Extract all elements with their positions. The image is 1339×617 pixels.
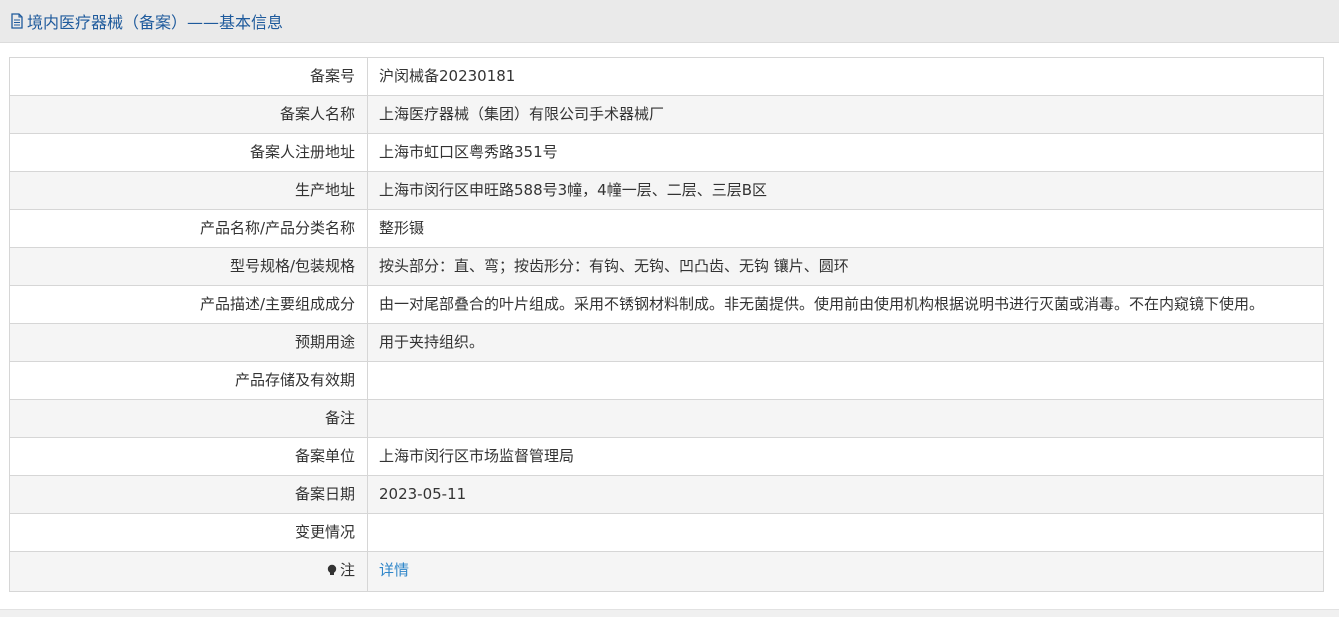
note-value: 详情 bbox=[368, 552, 1323, 591]
table-row: 产品存储及有效期 bbox=[10, 362, 1323, 400]
row-label: 备案人注册地址 bbox=[10, 134, 368, 171]
table-row: 备案日期 2023-05-11 bbox=[10, 476, 1323, 514]
note-row: 注 详情 bbox=[10, 552, 1323, 591]
row-value bbox=[368, 514, 1323, 551]
row-label: 型号规格/包装规格 bbox=[10, 248, 368, 285]
row-value bbox=[368, 400, 1323, 437]
table-row: 备案号 沪闵械备20230181 bbox=[10, 58, 1323, 96]
row-value: 沪闵械备20230181 bbox=[379, 67, 516, 85]
row-label: 备案号 bbox=[10, 58, 368, 95]
page-footer-divider bbox=[0, 609, 1339, 617]
row-label: 备注 bbox=[10, 400, 368, 437]
detail-table: 备案号 沪闵械备20230181 备案人名称 上海医疗器械（集团）有限公司手术器… bbox=[9, 57, 1324, 592]
document-icon bbox=[10, 13, 24, 29]
table-row: 产品描述/主要组成成分 由一对尾部叠合的叶片组成。采用不锈钢材料制成。非无菌提供… bbox=[10, 286, 1323, 324]
details-link[interactable]: 详情 bbox=[379, 561, 409, 579]
row-label: 生产地址 bbox=[10, 172, 368, 209]
row-value: 用于夹持组织。 bbox=[379, 333, 485, 351]
row-value: 上海市闵行区市场监督管理局 bbox=[379, 447, 575, 465]
row-value: 整形镊 bbox=[379, 219, 425, 237]
row-label: 产品存储及有效期 bbox=[10, 362, 368, 399]
row-label: 产品名称/产品分类名称 bbox=[10, 210, 368, 247]
table-row: 备案人名称 上海医疗器械（集团）有限公司手术器械厂 bbox=[10, 96, 1323, 134]
page-header: 境内医疗器械（备案）——基本信息 bbox=[0, 0, 1339, 43]
row-label: 产品描述/主要组成成分 bbox=[10, 286, 368, 323]
table-row: 预期用途 用于夹持组织。 bbox=[10, 324, 1323, 362]
row-label: 备案日期 bbox=[10, 476, 368, 513]
page-title-text: 境内医疗器械（备案）——基本信息 bbox=[27, 13, 284, 32]
row-value bbox=[368, 362, 1323, 399]
note-label: 注 bbox=[10, 552, 368, 591]
table-row: 变更情况 bbox=[10, 514, 1323, 552]
page-title: 境内医疗器械（备案）——基本信息 bbox=[10, 10, 283, 32]
row-value: 2023-05-11 bbox=[379, 485, 467, 503]
table-row: 备案单位 上海市闵行区市场监督管理局 bbox=[10, 438, 1323, 476]
row-label: 预期用途 bbox=[10, 324, 368, 361]
detail-panel: 备案号 沪闵械备20230181 备案人名称 上海医疗器械（集团）有限公司手术器… bbox=[0, 43, 1339, 617]
note-label-text: 注 bbox=[339, 561, 355, 579]
table-row: 备案人注册地址 上海市虹口区粤秀路351号 bbox=[10, 134, 1323, 172]
row-value: 上海市闵行区申旺路588号3幢，4幢一层、二层、三层B区 bbox=[379, 181, 768, 199]
table-row: 产品名称/产品分类名称 整形镊 bbox=[10, 210, 1323, 248]
row-value: 上海市虹口区粤秀路351号 bbox=[379, 143, 558, 161]
table-row: 生产地址 上海市闵行区申旺路588号3幢，4幢一层、二层、三层B区 bbox=[10, 172, 1323, 210]
row-label: 备案单位 bbox=[10, 438, 368, 475]
table-row: 型号规格/包装规格 按头部分：直、弯；按齿形分：有钩、无钩、凹凸齿、无钩 镶片、… bbox=[10, 248, 1323, 286]
row-label: 变更情况 bbox=[10, 514, 368, 551]
row-value: 由一对尾部叠合的叶片组成。采用不锈钢材料制成。非无菌提供。使用前由使用机构根据说… bbox=[379, 295, 1265, 313]
row-label: 备案人名称 bbox=[10, 96, 368, 133]
row-value: 按头部分：直、弯；按齿形分：有钩、无钩、凹凸齿、无钩 镶片、圆环 bbox=[379, 257, 849, 275]
row-value: 上海医疗器械（集团）有限公司手术器械厂 bbox=[379, 105, 665, 123]
lightbulb-icon bbox=[326, 553, 338, 575]
table-row: 备注 bbox=[10, 400, 1323, 438]
